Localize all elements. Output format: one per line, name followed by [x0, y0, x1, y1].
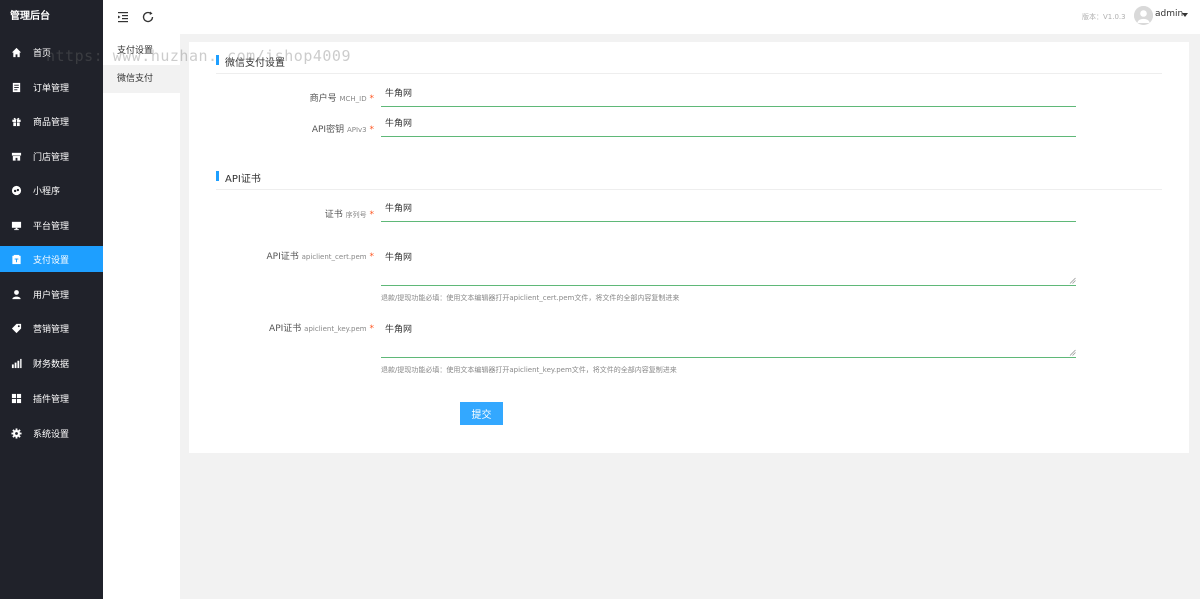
cert-hint: 退款/提现功能必填：使用文本编辑器打开apiclient_cert.pem文件，… — [381, 294, 680, 302]
user-menu[interactable]: admin — [1155, 9, 1183, 19]
sidebar-item-plugins[interactable]: 插件管理 — [0, 385, 103, 411]
plugin-icon — [10, 392, 22, 404]
mch-id-label: 商户号 MCH_ID * — [309, 94, 374, 104]
store-icon — [10, 150, 22, 162]
refresh-icon[interactable] — [141, 9, 155, 23]
sidebar-item-settings[interactable]: 系统设置 — [0, 420, 103, 446]
sidebar-item-label: 平台管理 — [33, 221, 70, 232]
sidebar-item-finance[interactable]: 财务数据 — [0, 350, 103, 376]
serial-label: 证书 序列号 * — [324, 210, 374, 220]
sidebar-item-users[interactable]: 用户管理 — [0, 281, 103, 307]
resize-handle-icon[interactable] — [1069, 349, 1076, 356]
gift-icon — [10, 115, 22, 127]
api-key-label: API密钥 APIv3 * — [311, 125, 374, 135]
sidebar-item-label: 财务数据 — [33, 359, 70, 370]
submit-button[interactable]: 提交 — [460, 402, 503, 425]
key-label: API证书 apiclient_key.pem * — [269, 324, 374, 334]
miniprogram-icon — [10, 184, 22, 196]
chevron-down-icon[interactable] — [1182, 13, 1188, 17]
sidebar-item-label: 小程序 — [33, 186, 61, 197]
sidebar-item-miniprogram[interactable]: 小程序 — [0, 177, 103, 203]
menu-collapse-icon[interactable] — [116, 9, 130, 23]
order-icon — [10, 81, 22, 93]
sidebar: 管理后台 首页 订单管理 商品管理 门店管理 小程序 平台管理 支付设置 用户管… — [0, 0, 103, 599]
user-icon — [10, 288, 22, 300]
home-icon — [10, 46, 22, 58]
sidebar-item-label: 插件管理 — [33, 394, 70, 405]
sidebar-item-label: 订单管理 — [33, 83, 70, 94]
section-title-wechat: 微信支付设置 — [216, 54, 285, 69]
section-title-cert: API证书 — [216, 170, 261, 185]
tag-icon — [10, 322, 22, 334]
api-key-input[interactable]: 牛角网 — [381, 115, 1076, 137]
divider — [216, 73, 1162, 74]
app-logo: 管理后台 — [10, 11, 50, 22]
sidebar-item-stores[interactable]: 门店管理 — [0, 143, 103, 169]
mch-id-input[interactable]: 牛角网 — [381, 85, 1076, 107]
key-value: 牛角网 — [385, 325, 413, 335]
sidebar-item-home[interactable]: 首页 — [0, 39, 103, 65]
sidebar-item-label: 门店管理 — [33, 152, 70, 163]
sidebar-item-marketing[interactable]: 营销管理 — [0, 315, 103, 341]
version-text: 版本：V1.0.3 — [1082, 13, 1126, 21]
wallet-icon — [10, 253, 22, 265]
top-header: 版本：V1.0.3 admin — [103, 0, 1200, 34]
sidebar-item-platform[interactable]: 平台管理 — [0, 212, 103, 238]
sub-navigation: 支付设置 微信支付 — [103, 34, 180, 599]
sidebar-item-label: 商品管理 — [33, 117, 70, 128]
cert-value: 牛角网 — [385, 253, 413, 263]
chart-icon — [10, 357, 22, 369]
sidebar-item-label: 首页 — [33, 48, 52, 59]
key-hint: 退款/提现功能必填：使用文本编辑器打开apiclient_key.pem文件，将… — [381, 366, 677, 374]
sidebar-item-label: 支付设置 — [33, 255, 70, 266]
sidebar-item-label: 营销管理 — [33, 324, 70, 335]
subnav-item-wechat-pay[interactable]: 微信支付 — [103, 65, 180, 93]
sidebar-item-label: 用户管理 — [33, 290, 70, 301]
monitor-icon — [10, 219, 22, 231]
serial-input[interactable]: 牛角网 — [381, 200, 1076, 222]
resize-handle-icon[interactable] — [1069, 277, 1076, 284]
sidebar-item-orders[interactable]: 订单管理 — [0, 74, 103, 100]
sidebar-item-payment[interactable]: 支付设置 — [0, 246, 103, 272]
cert-label: API证书 apiclient_cert.pem * — [266, 252, 374, 262]
key-textarea[interactable]: 牛角网 — [381, 317, 1076, 358]
avatar[interactable] — [1134, 6, 1153, 25]
cert-textarea[interactable]: 牛角网 — [381, 245, 1076, 286]
settings-card: 微信支付设置 商户号 MCH_ID * 牛角网 API密钥 APIv3 * 牛角… — [189, 42, 1189, 453]
sidebar-item-products[interactable]: 商品管理 — [0, 108, 103, 134]
gear-icon — [10, 427, 22, 439]
divider — [216, 189, 1162, 190]
sidebar-item-label: 系统设置 — [33, 429, 70, 440]
subnav-item-payment-settings[interactable]: 支付设置 — [103, 37, 180, 65]
